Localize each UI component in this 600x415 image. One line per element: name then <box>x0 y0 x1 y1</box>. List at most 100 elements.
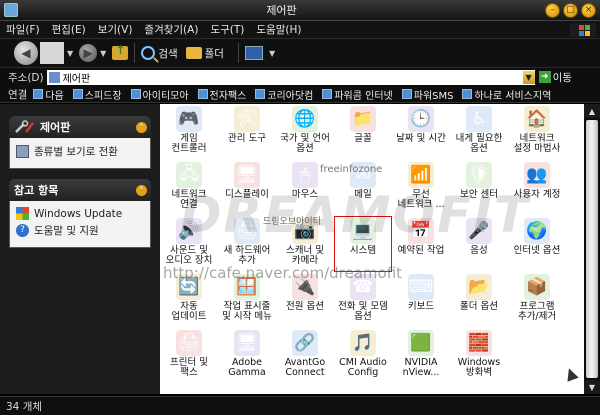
pane-body: 종류별 보기로 전환 <box>9 138 151 169</box>
back-label <box>40 42 64 64</box>
control-panel-item[interactable]: 📂 폴더 옵션 <box>450 272 508 328</box>
link-icon <box>322 89 333 99</box>
folder-options-icon: 📂 <box>466 274 492 300</box>
item-label: NVIDIA nView... <box>402 357 440 378</box>
watermark-subtitle: 드림오브아이티 <box>263 217 321 227</box>
avantgo-icon: 🔗 <box>292 330 318 356</box>
link-powersms[interactable]: 파워SMS <box>401 87 454 102</box>
item-label: 음성 <box>470 245 488 256</box>
control-panel-item[interactable]: 🏠 네트워크 설정 마법사 <box>508 104 566 160</box>
status-bar: 34 개체 <box>0 396 600 415</box>
switch-view-link[interactable]: 종류별 보기로 전환 <box>16 144 144 159</box>
item-grid: 🎮 게임 컨트롤러 🛠 관리 도구 🌐 국가 및 언어 옵션 📁 글꼴 🕒 날짜 및 시간 ♿ 내게 … <box>160 104 566 384</box>
item-label: AvantGo Connect <box>284 357 326 378</box>
toolbar-separator <box>134 43 136 63</box>
item-label: Adobe Gamma <box>228 357 266 378</box>
control-panel-pane: 제어판 ˄ 종류별 보기로 전환 <box>9 116 151 169</box>
menu-file[interactable]: 파일(F) <box>6 22 40 37</box>
control-panel-item[interactable]: 🟩 NVIDIA nView... <box>392 328 450 384</box>
up-folder-button[interactable] <box>112 43 129 60</box>
link-korea-com[interactable]: 코리아닷컴 <box>255 87 313 102</box>
go-button[interactable]: ➜ 이동 <box>538 70 572 85</box>
link-icon <box>197 89 208 99</box>
item-label: 네트워크 설정 마법사 <box>513 133 561 154</box>
link-powercomm[interactable]: 파워콤 인터넷 <box>322 87 393 102</box>
control-panel-item[interactable]: 📦 프로그램 추가/제거 <box>508 272 566 328</box>
close-button[interactable]: × <box>581 2 596 18</box>
link-hanaro[interactable]: 하나로 서비스지역 <box>462 87 551 102</box>
link-itmore[interactable]: 아이티모아 <box>130 87 189 102</box>
search-label: 검색 <box>158 47 178 60</box>
gamepad-icon: 🎮 <box>176 106 202 132</box>
help-support-link[interactable]: ? 도움말 및 지원 <box>16 223 144 238</box>
title-bar: 제어판 – □ × <box>0 0 600 21</box>
adobe-gamma-icon: 🖥 <box>234 330 260 356</box>
folders-button[interactable]: 폴더 <box>185 46 224 61</box>
control-panel-item[interactable]: 📁 글꼴 <box>334 104 392 160</box>
control-panel-item[interactable]: ♿ 내게 필요한 옵션 <box>450 104 508 160</box>
scroll-thumb[interactable] <box>586 120 598 378</box>
menu-view[interactable]: 보기(V) <box>98 22 133 37</box>
link-efax[interactable]: 전자팩스 <box>197 87 247 102</box>
mouse-icon: 🖱 <box>292 162 318 188</box>
printer-icon: 🖨 <box>176 330 202 356</box>
back-button[interactable]: ◀ <box>14 41 38 65</box>
collapse-icon[interactable]: ˄ <box>136 184 147 196</box>
monitor-icon: 🖥 <box>234 162 260 188</box>
vertical-scrollbar[interactable]: ▲ ▼ <box>584 104 600 394</box>
control-panel-item[interactable]: 🌐 국가 및 언어 옵션 <box>276 104 334 160</box>
item-label: 스캐너 및 카메라 <box>286 245 324 266</box>
control-panel-item[interactable]: 🎮 게임 컨트롤러 <box>160 104 218 160</box>
address-label: 주소(D) <box>8 71 44 84</box>
help-support-label: 도움말 및 지원 <box>34 225 99 237</box>
shield-icon: 🛡 <box>466 162 492 188</box>
link-speedjang[interactable]: 스피드장 <box>72 87 122 102</box>
control-panel-item[interactable]: 🖨 프린터 및 팩스 <box>160 328 218 384</box>
link-label: 전자팩스 <box>209 90 247 102</box>
forward-button[interactable]: ▶ <box>79 44 98 62</box>
control-panel-pane-header[interactable]: 제어판 ˄ <box>9 116 151 138</box>
link-label: 파워SMS <box>413 90 454 102</box>
control-panel-item[interactable]: 🎵 CMI Audio Config <box>334 328 392 384</box>
address-dropdown-icon[interactable]: ▼ <box>522 70 535 84</box>
watermark-url: http://cafe.naver.com/dreamofit <box>163 264 403 282</box>
menu-edit[interactable]: 편집(E) <box>52 22 86 37</box>
link-label: 파워콤 인터넷 <box>334 90 393 102</box>
item-label: 글꼴 <box>354 133 372 144</box>
minimize-button[interactable]: – <box>545 2 560 18</box>
folders-label: 폴더 <box>204 47 224 60</box>
control-panel-item[interactable]: 🖥 Adobe Gamma <box>218 328 276 384</box>
link-daum[interactable]: 다음 <box>33 87 64 102</box>
forward-dropdown-icon[interactable]: ▼ <box>100 49 106 58</box>
control-panel-item[interactable]: 🔗 AvantGo Connect <box>276 328 334 384</box>
links-label: 연결 <box>8 88 28 101</box>
link-icon <box>401 89 412 99</box>
windows-update-icon <box>16 207 29 220</box>
item-label: 예약된 작업 <box>397 245 445 256</box>
item-label: 새 하드웨어 추가 <box>223 245 271 266</box>
control-panel-item[interactable]: 🧱 Windows 방화벽 <box>450 328 508 384</box>
control-panel-item[interactable]: 🕒 날짜 및 시간 <box>392 104 450 160</box>
wireless-icon: 📶 <box>408 162 434 188</box>
windows-update-link[interactable]: Windows Update <box>16 207 144 220</box>
scroll-down-icon[interactable]: ▼ <box>584 380 600 394</box>
views-icon <box>244 46 263 60</box>
see-also-pane-header[interactable]: 참고 항목 ˄ <box>9 179 151 201</box>
scroll-up-icon[interactable]: ▲ <box>584 104 600 118</box>
search-button[interactable]: 검색 <box>141 46 178 61</box>
item-label: 자동 업데이트 <box>171 301 207 322</box>
views-button[interactable]: ▼ <box>244 46 281 60</box>
maximize-button[interactable]: □ <box>563 2 578 18</box>
control-panel-item[interactable]: 🛠 관리 도구 <box>218 104 276 160</box>
menu-favorites[interactable]: 즐겨찾기(A) <box>144 22 198 37</box>
windows-logo-icon <box>570 23 596 37</box>
menu-help[interactable]: 도움말(H) <box>256 22 301 37</box>
address-bar: 주소(D) 제어판 ▼ ➜ 이동 <box>0 68 600 86</box>
address-input[interactable]: 제어판 ▼ <box>46 69 535 85</box>
collapse-icon[interactable]: ˄ <box>136 121 147 133</box>
menu-tools[interactable]: 도구(T) <box>210 22 244 37</box>
back-dropdown-icon[interactable]: ▼ <box>67 49 73 58</box>
search-icon <box>141 46 156 60</box>
keyboard-icon: ⌨ <box>408 274 434 300</box>
switch-view-icon <box>16 145 29 158</box>
